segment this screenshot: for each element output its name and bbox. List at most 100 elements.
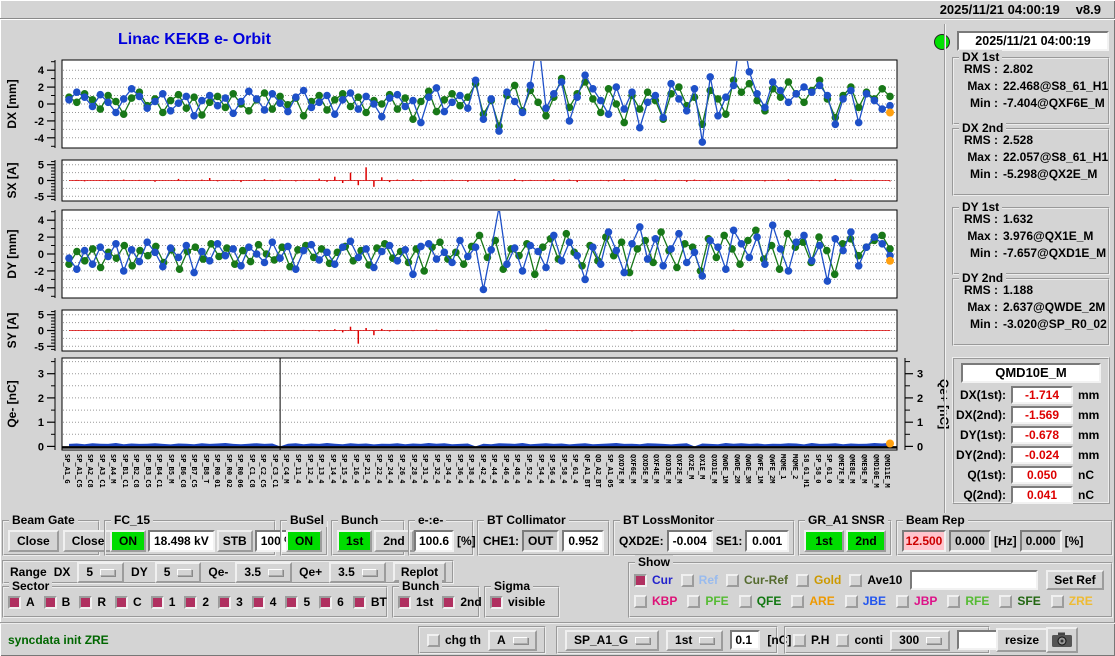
stat-label: Min :	[958, 167, 998, 181]
range-dy-value: 5	[164, 565, 171, 579]
resize-button[interactable]: resize	[996, 628, 1048, 652]
stats-dy-1st: DY 1st RMS :1.632 Max :3.976@QX1E_M Min …	[952, 207, 1110, 275]
panel-datetime: 2025/11/21 04:00:19	[957, 31, 1109, 51]
show-checkbox-cur[interactable]: Cur	[634, 573, 673, 587]
sector-checkbox-bt[interactable]: BT	[353, 595, 387, 609]
busel-on-button[interactable]: ON	[286, 530, 322, 552]
ph-checkbox[interactable]: P.H	[793, 633, 829, 647]
svg-text:-5: -5	[34, 191, 44, 203]
beam-gate-close-1-button[interactable]: Close	[8, 530, 59, 552]
checkbox-label: 1st	[416, 595, 433, 609]
sector-checkbox-b[interactable]: B	[44, 595, 71, 609]
svg-text:4: 4	[38, 215, 45, 227]
count-dropdown[interactable]: 300	[890, 630, 950, 651]
show-checkbox-sfe[interactable]: SFE	[999, 594, 1040, 608]
sector-checkbox-a[interactable]: A	[8, 595, 35, 609]
monitor-label: DX(2nd):	[946, 408, 1006, 422]
chg-th-checkbox[interactable]: chg th	[427, 633, 481, 647]
show-checkbox-cur-ref[interactable]: Cur-Ref	[726, 573, 788, 587]
stat-value: 2.528	[1003, 133, 1033, 147]
x-axis-label: QX2E_M	[687, 454, 695, 479]
range-qep-dropdown[interactable]: 3.5	[329, 562, 386, 583]
stat-value: 1.188	[1003, 283, 1033, 297]
group-label: Sigma	[491, 579, 533, 593]
checkbox-label: Cur	[652, 573, 673, 587]
window-titlebar: 2025/11/21 04:00:19 v8.9	[0, 0, 1115, 19]
monitor-unit: mm	[1078, 448, 1102, 462]
set-ref-button[interactable]: Set Ref	[1046, 570, 1103, 590]
svg-text:2: 2	[917, 393, 923, 405]
stat-label: RMS :	[958, 212, 998, 226]
beam-rep-hz-value: 0.000	[949, 530, 991, 552]
checkbox-label: QFE	[757, 594, 782, 608]
sector-checkbox-6[interactable]: 6	[319, 595, 344, 609]
checkbox-label: C	[133, 595, 142, 609]
checkbox-indicator	[79, 596, 92, 609]
screenshot-button[interactable]	[1046, 627, 1078, 653]
monitor-unit: mm	[1078, 408, 1102, 422]
monitor-row: Q(1st):0.050nC	[960, 465, 1102, 484]
plot-q: 3210Qe- [nC]3210Qe+ [nC]	[0, 351, 950, 457]
show-checkbox-zre[interactable]: ZRE	[1051, 594, 1093, 608]
show-checkbox-kbp[interactable]: KBP	[634, 594, 677, 608]
checkbox-indicator	[490, 596, 503, 609]
x-axis-label: QWFE_1M	[756, 454, 764, 484]
sector-checkbox-1[interactable]: 1	[151, 595, 176, 609]
show-checkbox-gold[interactable]: Gold	[796, 573, 841, 587]
x-axis-label: SP_R0_01	[213, 454, 221, 488]
svg-text:-4: -4	[34, 283, 45, 295]
gr-a1-1st-button[interactable]: 1st	[804, 530, 844, 552]
x-axis-label: SP_52_4	[525, 454, 533, 484]
sector-checkbox-5[interactable]: 5	[285, 595, 310, 609]
show-checkbox-qfe[interactable]: QFE	[739, 594, 782, 608]
show-checkbox-rfe[interactable]: RFE	[947, 594, 989, 608]
acquire-frame: P.H conti 300	[784, 626, 990, 654]
bunch-checkbox-2nd[interactable]: 2nd	[442, 595, 481, 609]
stat-value: -7.404@QXF6E_M	[1003, 96, 1105, 110]
stats-dx-2nd: DX 2nd RMS :2.528 Max :22.057@S8_61_H1 M…	[952, 128, 1110, 196]
sp-bunch-dropdown[interactable]: 1st	[666, 630, 723, 651]
stats-dx-1st: DX 1st RMS :2.802 Max :22.468@S8_61_H1 M…	[952, 57, 1110, 125]
sector-checkbox-c[interactable]: C	[115, 595, 142, 609]
threshold-input[interactable]	[730, 630, 760, 650]
show-checkbox-jbe[interactable]: JBE	[845, 594, 886, 608]
x-axis-label: SP_C4_M	[282, 454, 290, 484]
bunch-checkbox-1st[interactable]: 1st	[398, 595, 433, 609]
chg-th-frame: chg th A	[418, 626, 546, 654]
sp-dropdown[interactable]: SP_A1_G	[565, 630, 659, 651]
sector-checkbox-4[interactable]: 4	[252, 595, 277, 609]
monitor-value: -1.714	[1011, 386, 1073, 404]
x-axis-label: SP_A1_05	[606, 454, 614, 488]
conti-checkbox[interactable]: conti	[836, 633, 883, 647]
gr-a1-2nd-button[interactable]: 2nd	[846, 530, 886, 552]
monitor-label: DY(1st):	[946, 428, 1006, 442]
sector-checkbox-3[interactable]: 3	[218, 595, 243, 609]
show-checkbox-are[interactable]: ARE	[791, 594, 834, 608]
monitor-label: DX(1st):	[946, 388, 1006, 402]
show-checkbox-pfe[interactable]: PFE	[687, 594, 728, 608]
range-dx-dropdown[interactable]: 5	[77, 562, 124, 583]
x-axis-label: SP_B6_C8	[179, 454, 187, 488]
ee-ratio-group: e-:e- 100.6 [%]	[408, 520, 474, 556]
sector-checkbox-2[interactable]: 2	[184, 595, 209, 609]
sector-checkbox-r[interactable]: R	[79, 595, 106, 609]
show-checkbox-jbp[interactable]: JBP	[896, 594, 937, 608]
range-qem-label: Qe-	[208, 565, 228, 579]
monitor-value: -1.569	[1011, 406, 1073, 424]
checkbox-label: 5	[303, 595, 310, 609]
plot-dx: 420-2-4DX [mm]	[0, 53, 950, 155]
x-axis-label: QXF4E_M	[652, 454, 660, 484]
bunch-1st-button[interactable]: 1st	[337, 530, 372, 552]
ref-name-input[interactable]	[910, 570, 1038, 590]
range-qem-dropdown[interactable]: 3.5	[235, 562, 292, 583]
show-checkbox-ave10[interactable]: Ave10	[849, 573, 902, 587]
monitor-value: 0.050	[1011, 466, 1073, 484]
range-dy-dropdown[interactable]: 5	[155, 562, 202, 583]
fc15-stb-button[interactable]: STB	[217, 530, 253, 552]
show-checkbox-ref[interactable]: Ref	[681, 573, 718, 587]
group-label: DY 2nd	[959, 271, 1006, 285]
fc15-on-button[interactable]: ON	[110, 530, 146, 552]
th-sector-dropdown[interactable]: A	[488, 630, 537, 651]
svg-text:2: 2	[38, 393, 44, 405]
sigma-visible-checkbox[interactable]: visible	[490, 595, 545, 609]
